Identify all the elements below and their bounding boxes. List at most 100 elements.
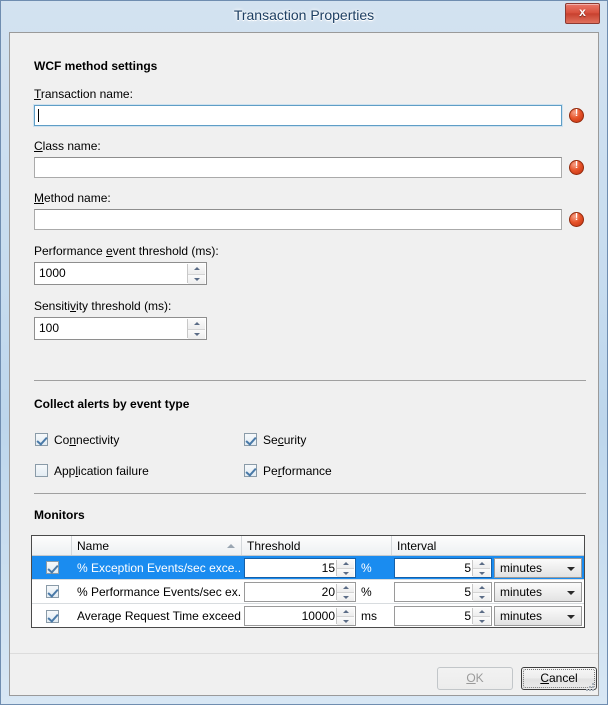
spinner-down-button[interactable] <box>188 328 205 339</box>
spinner-down-button[interactable] <box>473 567 490 577</box>
column-header-name[interactable]: Name <box>72 536 242 555</box>
text-caret <box>38 109 39 122</box>
label-part: App <box>54 464 76 478</box>
transaction-name-input[interactable] <box>34 105 562 126</box>
spinner-down-button[interactable] <box>337 567 354 577</box>
monitors-heading: Monitors <box>34 508 85 522</box>
chevron-up-icon <box>342 561 349 565</box>
resize-grip[interactable] <box>584 681 596 693</box>
cell-threshold[interactable]: 20 % <box>242 580 392 603</box>
spinner-buttons[interactable] <box>472 559 490 577</box>
spinner-up-button[interactable] <box>337 559 354 568</box>
interval-unit-dropdown[interactable]: minutes <box>494 606 582 626</box>
spinner-buttons[interactable] <box>472 608 490 625</box>
spinner-buttons[interactable] <box>336 559 354 577</box>
checkbox-application-failure-box[interactable] <box>35 464 48 477</box>
accel-char: T <box>34 87 41 101</box>
checkbox-performance[interactable]: Performance <box>244 464 332 478</box>
cell-threshold[interactable]: 10000 ms <box>242 604 392 627</box>
interval-unit-dropdown[interactable]: minutes <box>494 581 582 602</box>
ok-button-label: K <box>475 671 484 685</box>
column-header-name-label: Name <box>77 539 110 553</box>
ok-button[interactable]: OK <box>437 667 513 690</box>
accel-char: O <box>466 671 476 685</box>
performance-threshold-spinner[interactable]: 1000 <box>34 262 207 285</box>
threshold-unit: ms <box>361 609 377 623</box>
spinner-up-button[interactable] <box>473 559 490 568</box>
row-checkbox[interactable] <box>45 561 59 574</box>
cell-interval[interactable]: 5 minutes <box>392 556 584 579</box>
interval-unit-dropdown[interactable]: minutes <box>494 557 582 578</box>
spinner-down-button[interactable] <box>337 591 354 601</box>
table-row[interactable]: Average Request Time exceed... 10000 ms <box>32 604 584 627</box>
threshold-unit: % <box>361 584 372 599</box>
close-icon: x <box>579 5 586 19</box>
column-header-interval[interactable]: Interval <box>392 536 584 555</box>
label-rest: ethod name: <box>44 191 111 205</box>
cell-interval[interactable]: 5 minutes <box>392 580 584 603</box>
spinner-down-button[interactable] <box>188 273 205 284</box>
spinner-buttons[interactable] <box>336 583 354 601</box>
chevron-down-icon <box>342 620 349 623</box>
sensitivity-threshold-value: 100 <box>39 321 60 335</box>
cell-name[interactable]: % Performance Events/sec ex... <box>72 580 242 603</box>
spinner-up-button[interactable] <box>473 583 490 592</box>
chevron-down-icon <box>478 595 485 599</box>
alerts-heading: Collect alerts by event type <box>34 397 190 411</box>
label-rest: vent threshold (ms): <box>112 244 219 258</box>
threshold-spinner[interactable]: 15 <box>244 557 356 578</box>
interval-spinner[interactable]: 5 <box>394 557 492 578</box>
spinner-buttons[interactable] <box>187 319 205 339</box>
checkbox-security[interactable]: Security <box>244 433 306 447</box>
footer-divider <box>10 653 598 654</box>
chevron-down-icon <box>193 278 200 282</box>
interval-spinner[interactable]: 5 <box>394 606 492 626</box>
spinner-buttons[interactable] <box>336 608 354 625</box>
row-select-checkbox-cell[interactable] <box>32 556 72 579</box>
spinner-buttons[interactable] <box>187 264 205 284</box>
spinner-up-button[interactable] <box>188 264 205 274</box>
close-button[interactable]: x <box>565 3 600 24</box>
row-select-checkbox-cell[interactable] <box>32 604 72 627</box>
class-name-input[interactable] <box>34 157 562 178</box>
cell-name[interactable]: % Exception Events/sec exce... <box>72 556 242 579</box>
threshold-spinner[interactable]: 10000 <box>244 606 356 626</box>
threshold-value: 15 <box>321 560 335 575</box>
column-header-select[interactable] <box>32 536 72 555</box>
checkbox-performance-box[interactable] <box>244 464 257 477</box>
table-row[interactable]: % Performance Events/sec ex... 20 % 5 mi… <box>32 580 584 604</box>
spinner-down-button[interactable] <box>337 616 354 625</box>
column-header-threshold[interactable]: Threshold <box>242 536 392 555</box>
cell-interval[interactable]: 5 minutes <box>392 604 584 627</box>
row-select-checkbox-cell[interactable] <box>32 580 72 603</box>
spinner-up-button[interactable] <box>188 319 205 329</box>
row-checkbox[interactable] <box>45 609 59 623</box>
checkbox-security-box[interactable] <box>244 433 257 446</box>
sensitivity-threshold-spinner[interactable]: 100 <box>34 317 207 340</box>
checkbox-connectivity-box[interactable] <box>35 433 48 446</box>
spinner-up-button[interactable] <box>337 608 354 616</box>
cell-threshold[interactable]: 15 % <box>242 556 392 579</box>
spinner-down-button[interactable] <box>473 616 490 625</box>
interval-spinner[interactable]: 5 <box>394 581 492 602</box>
table-row[interactable]: % Exception Events/sec exce... 15 % 5 mi… <box>32 556 584 580</box>
method-name-input[interactable] <box>34 209 562 230</box>
threshold-value: 20 <box>321 584 335 599</box>
cell-name[interactable]: Average Request Time exceed... <box>72 604 242 627</box>
checkbox-performance-label: Performance <box>263 464 332 478</box>
spinner-buttons[interactable] <box>472 583 490 601</box>
label-rest: lass name: <box>42 139 101 153</box>
threshold-spinner[interactable]: 20 <box>244 581 356 602</box>
checkbox-application-failure-label: Application failure <box>54 464 149 478</box>
sort-ascending-icon <box>227 544 235 548</box>
label-part: Se <box>263 433 278 447</box>
chevron-up-icon <box>478 585 485 589</box>
spinner-up-button[interactable] <box>473 608 490 616</box>
checkbox-connectivity[interactable]: Connectivity <box>35 433 119 447</box>
monitors-grid[interactable]: Name Threshold Interval % Exception Even… <box>31 535 585 628</box>
spinner-down-button[interactable] <box>473 591 490 601</box>
accel-char: M <box>34 191 44 205</box>
row-checkbox[interactable] <box>45 585 59 598</box>
checkbox-application-failure[interactable]: Application failure <box>35 464 149 478</box>
spinner-up-button[interactable] <box>337 583 354 592</box>
